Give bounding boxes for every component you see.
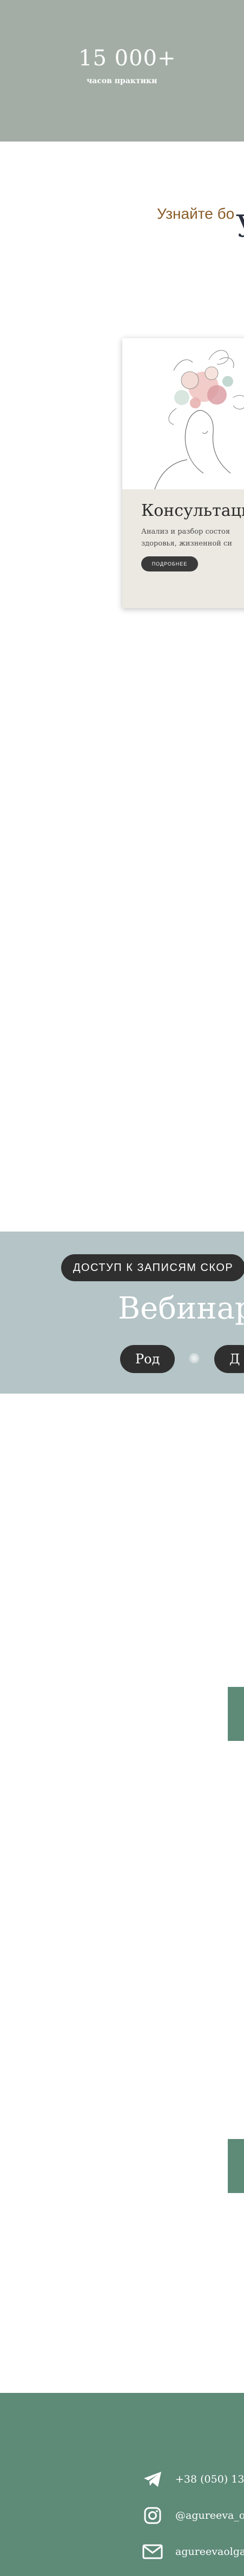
section-subtitle: Узнайте бо [157,205,235,222]
webinar-tag-rod[interactable]: Род [120,1345,175,1373]
stats-number: 15 000+ [78,46,176,71]
contact-email-address[interactable]: agureevaolga.m [175,2546,244,2558]
instagram-icon [142,2505,163,2526]
webinar-tag-2[interactable]: Д [214,1345,244,1373]
asterisk-icon: ✺ [188,1351,200,1367]
accent-bar [228,1687,244,1741]
service-card-description-line1: Анализ и разбор состоя [141,528,230,536]
service-card-illustration [122,338,244,490]
webinar-section: доступ к записям скор Вебинар Род ✺ Д [0,1232,244,1394]
services-section: У Узнайте бо Консультаци [0,142,244,833]
more-button[interactable]: подробнее [141,556,198,571]
contact-phone[interactable]: +38 (050) 134 0 [175,2473,244,2485]
service-card-title: Консультаци [141,501,244,520]
contact-instagram[interactable]: @agureeva_o [142,2505,244,2526]
telegram-icon [142,2469,163,2490]
contact-instagram-handle[interactable]: @agureeva_o [175,2510,244,2521]
webinar-title: Вебинар [118,1291,244,1326]
content-area [0,1394,244,2393]
footer: +38 (050) 134 0 @agureeva_o agureevaolga… [0,2393,244,2576]
stats-section: 15 000+ часов практики [0,0,244,142]
service-card-consultation[interactable]: Консультаци Анализ и разбор состоя здоро… [122,338,244,608]
recordings-access-badge[interactable]: доступ к записям скор [61,1254,244,1281]
stats-caption: часов практики [87,77,157,85]
service-card-description-line2: здоровья, жизненной си [141,540,232,548]
mail-icon [142,2541,163,2562]
floral-head-illustration [154,350,244,490]
accent-bar [228,2139,244,2193]
service-card-description: Анализ и разбор состоя здоровья, жизненн… [141,526,244,550]
contact-email[interactable]: agureevaolga.m [142,2541,244,2562]
section-heading: У [236,212,244,242]
contact-telegram[interactable]: +38 (050) 134 0 [142,2469,244,2490]
